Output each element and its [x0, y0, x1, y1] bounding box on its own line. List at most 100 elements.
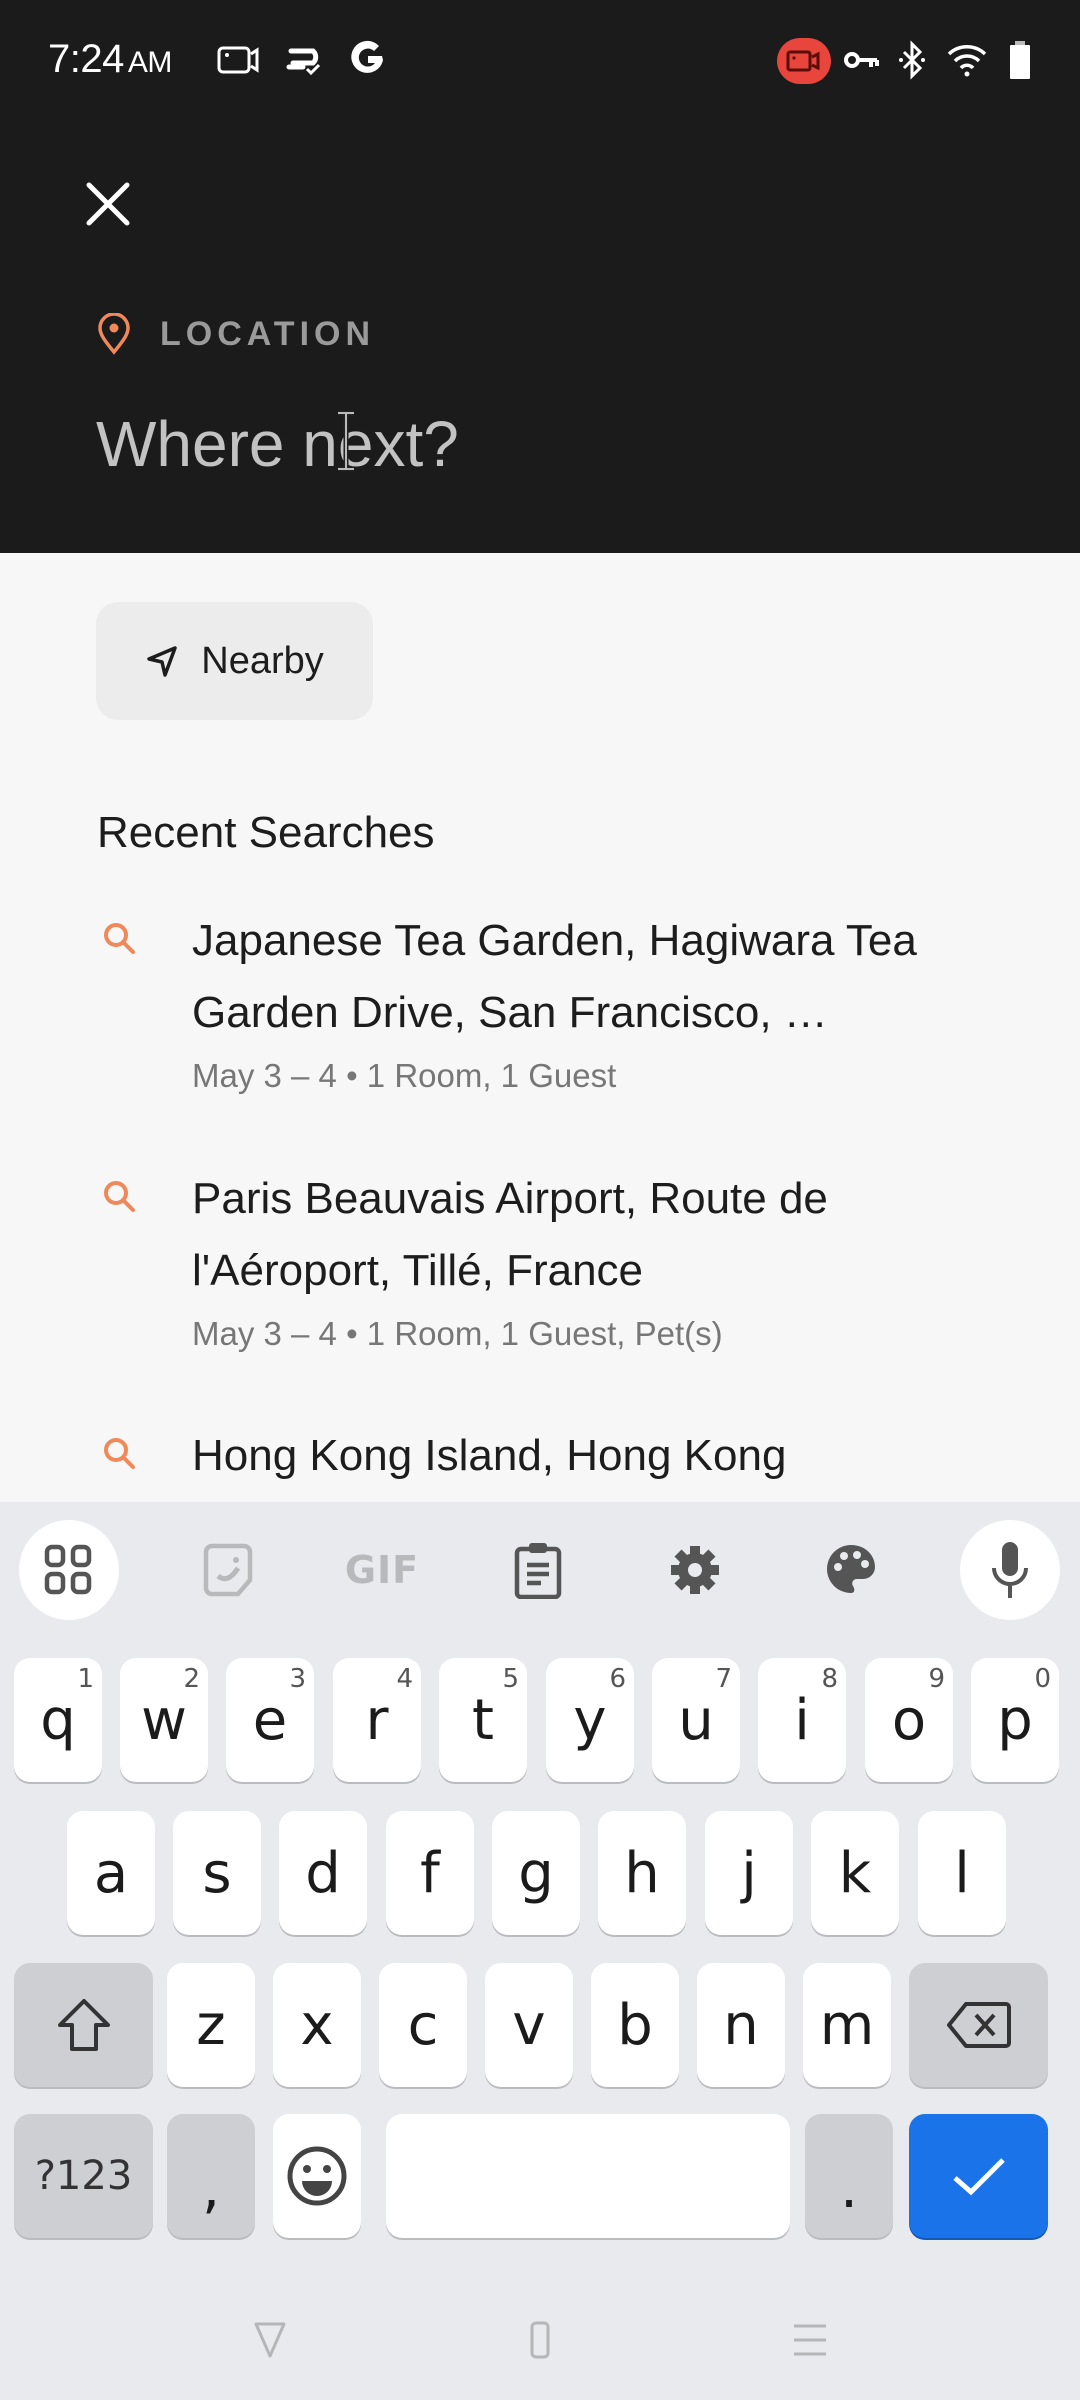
- time-text: 7:24: [48, 37, 124, 81]
- key-a[interactable]: a: [67, 1811, 155, 1935]
- text-cursor-icon: [338, 410, 354, 472]
- search-header: 7:24 AM LOCATION: [0, 0, 1080, 553]
- key-label: h: [624, 1840, 660, 1906]
- recent-search-title: Japanese Tea Garden, Hagiwara Tea Garden…: [192, 916, 917, 1037]
- key-m[interactable]: m: [803, 1963, 891, 2087]
- key-label: a: [93, 1840, 129, 1906]
- apps-grid-icon: [44, 1544, 92, 1595]
- key-u[interactable]: u7: [652, 1658, 740, 1782]
- key-hint: 0: [1034, 1664, 1051, 1694]
- key-x[interactable]: x: [273, 1963, 361, 2087]
- apps-grid-button[interactable]: [19, 1520, 119, 1620]
- key-label: g: [518, 1840, 554, 1906]
- nearby-button[interactable]: Nearby: [96, 602, 373, 720]
- recent-search-item[interactable]: Hong Kong Island, Hong Kong: [0, 1420, 1080, 1500]
- close-icon: [86, 182, 130, 226]
- recents-button[interactable]: [780, 2310, 840, 2370]
- checkmark-icon: [952, 2158, 1005, 2196]
- vpn-key-icon: [842, 38, 882, 82]
- google-icon: [346, 38, 390, 82]
- key-label: d: [305, 1840, 341, 1906]
- search-icon: [104, 1181, 135, 1212]
- key-b[interactable]: b: [591, 1963, 679, 2087]
- key-label: x: [300, 1992, 334, 2058]
- recent-search-details: May 3 – 4 • 1 Room, 1 Guest, Pet(s): [192, 1315, 723, 1352]
- key-label: s: [202, 1840, 232, 1906]
- clipboard-button[interactable]: [488, 1520, 588, 1620]
- key-d[interactable]: d: [279, 1811, 367, 1935]
- gif-button[interactable]: GIF: [332, 1520, 432, 1620]
- key-s[interactable]: s: [173, 1811, 261, 1935]
- key-q[interactable]: q1: [14, 1658, 102, 1782]
- key-e[interactable]: e3: [226, 1658, 314, 1782]
- key-label: f: [420, 1840, 440, 1906]
- key-v[interactable]: v: [485, 1963, 573, 2087]
- key-h[interactable]: h: [598, 1811, 686, 1935]
- key-t[interactable]: t5: [439, 1658, 527, 1782]
- key-hint: 1: [77, 1664, 94, 1694]
- emoji-key[interactable]: [273, 2114, 361, 2238]
- backspace-icon: [946, 2002, 1011, 2048]
- key-hint: 7: [715, 1664, 732, 1694]
- key-label: t: [472, 1687, 494, 1753]
- key-f[interactable]: f: [386, 1811, 474, 1935]
- key-hint: 5: [502, 1664, 519, 1694]
- key-label: ,: [202, 2155, 220, 2221]
- key-label: w: [141, 1687, 187, 1753]
- back-icon: [254, 2322, 286, 2358]
- key-g[interactable]: g: [492, 1811, 580, 1935]
- key-l[interactable]: l: [918, 1811, 1006, 1935]
- navigation-arrow-icon: [147, 646, 177, 677]
- recent-search-item[interactable]: Japanese Tea Garden, Hagiwara Tea Garden…: [0, 905, 1080, 1105]
- comma-key[interactable]: ,: [167, 2114, 255, 2238]
- key-label: i: [794, 1687, 810, 1753]
- key-p[interactable]: p0: [971, 1658, 1059, 1782]
- key-hint: 8: [821, 1664, 838, 1694]
- home-button[interactable]: [510, 2310, 570, 2370]
- sticker-icon: [203, 1543, 253, 1597]
- shift-key[interactable]: [14, 1963, 153, 2087]
- voice-input-button[interactable]: [960, 1520, 1060, 1620]
- microphone-icon: [992, 1542, 1028, 1598]
- theme-button[interactable]: [801, 1520, 901, 1620]
- nearby-label: Nearby: [201, 639, 324, 682]
- ampm-text: AM: [127, 46, 173, 79]
- search-icon: [104, 923, 135, 954]
- key-c[interactable]: c: [379, 1963, 467, 2087]
- key-label: r: [365, 1687, 389, 1753]
- palette-icon: [827, 1545, 875, 1593]
- soft-keyboard: GIF q1 w2 e3 r4 t5 y6 u7 i8 o9 p0 a s d …: [0, 1502, 1080, 2400]
- key-i[interactable]: i8: [758, 1658, 846, 1782]
- location-label: LOCATION: [160, 314, 376, 353]
- system-nav-bar: [0, 2270, 1080, 2400]
- key-label: j: [741, 1840, 757, 1906]
- cloud-sync-icon: [282, 38, 328, 82]
- key-y[interactable]: y6: [546, 1658, 634, 1782]
- recent-search-details: May 3 – 4 • 1 Room, 1 Guest: [192, 1057, 617, 1094]
- key-w[interactable]: w2: [120, 1658, 208, 1782]
- key-hint: 4: [396, 1664, 413, 1694]
- symbols-key[interactable]: ?123: [14, 2114, 153, 2238]
- key-label: z: [196, 1992, 226, 2058]
- period-key[interactable]: .: [805, 2114, 893, 2238]
- backspace-key[interactable]: [909, 1963, 1048, 2087]
- key-k[interactable]: k: [811, 1811, 899, 1935]
- key-label: l: [954, 1840, 970, 1906]
- key-j[interactable]: j: [705, 1811, 793, 1935]
- recording-indicator-icon: [777, 38, 831, 84]
- key-n[interactable]: n: [697, 1963, 785, 2087]
- space-key[interactable]: [386, 2114, 790, 2238]
- sticker-button[interactable]: [178, 1520, 278, 1620]
- settings-button[interactable]: [645, 1520, 745, 1620]
- key-z[interactable]: z: [167, 1963, 255, 2087]
- back-button[interactable]: [240, 2310, 300, 2370]
- enter-key[interactable]: [909, 2114, 1048, 2238]
- key-r[interactable]: r4: [333, 1658, 421, 1782]
- recent-search-item[interactable]: Paris Beauvais Airport, Route de l'Aérop…: [0, 1163, 1080, 1363]
- close-button[interactable]: [80, 176, 136, 232]
- location-search-input[interactable]: [96, 398, 996, 490]
- key-hint: 6: [609, 1664, 626, 1694]
- home-icon: [530, 2321, 550, 2359]
- key-label: b: [617, 1992, 653, 2058]
- key-o[interactable]: o9: [865, 1658, 953, 1782]
